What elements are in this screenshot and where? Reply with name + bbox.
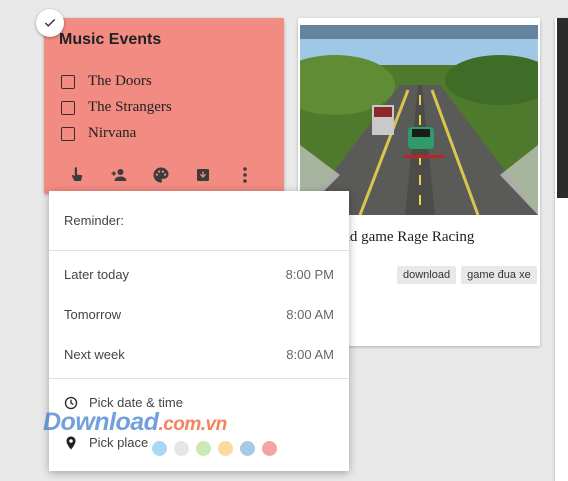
racing-game-image [300,25,538,215]
checkbox[interactable] [61,74,75,89]
partial-note-card[interactable] [555,18,568,481]
checklist-item[interactable]: Nirvana [61,125,136,142]
checkbox[interactable] [61,100,75,115]
label-chip[interactable]: download [397,266,457,284]
option-label: Tomorrow [64,307,122,322]
color-swatch[interactable] [196,441,211,456]
pick-place-option[interactable]: Pick place [64,435,148,450]
option-time: 8:00 AM [286,307,334,322]
divider [49,250,349,251]
label-chip[interactable]: game đua xe [461,266,537,284]
pick-date-label: Pick date & time [89,395,183,410]
option-time: 8:00 PM [285,267,334,282]
pick-date-time-option[interactable]: Pick date & time [64,395,183,410]
note-title: Music Events [59,31,162,48]
checklist-label: The Strangers [88,99,172,115]
checklist-item[interactable]: The Doors [61,73,152,90]
reminder-option-later-today[interactable]: Later today 8:00 PM [64,267,334,282]
color-swatches [152,441,277,456]
pick-place-label: Pick place [89,435,149,450]
select-note-checkmark[interactable] [36,9,64,37]
reminder-option-tomorrow[interactable]: Tomorrow 8:00 AM [64,307,334,322]
color-swatch[interactable] [218,441,233,456]
checklist-label: Nirvana [88,125,137,141]
location-pin-icon [64,436,78,450]
option-label: Later today [64,267,130,282]
color-swatch[interactable] [174,441,189,456]
color-swatch[interactable] [240,441,255,456]
reminder-option-next-week[interactable]: Next week 8:00 AM [64,347,334,362]
clock-icon [64,396,78,410]
color-swatch[interactable] [152,441,167,456]
archive-icon[interactable] [182,164,224,186]
color-swatch[interactable] [262,441,277,456]
partial-note-image [557,18,568,198]
option-label: Next week [64,347,125,362]
note-toolbar [56,164,266,186]
reminder-icon[interactable] [56,164,98,186]
checkbox[interactable] [61,126,75,141]
collaborator-icon[interactable] [98,164,140,186]
music-events-note[interactable]: Music Events The Doors The Strangers Nir… [44,18,284,194]
divider [49,378,349,379]
popup-header: Reminder: [64,213,124,228]
check-icon [44,19,56,27]
checklist-label: The Doors [88,73,152,89]
palette-icon[interactable] [140,164,182,186]
option-time: 8:00 AM [286,347,334,362]
reminder-popup: Reminder: Later today 8:00 PM Tomorrow 8… [49,191,349,471]
label-list: download game đua xe [397,266,537,284]
more-icon[interactable] [224,164,266,186]
checklist-item[interactable]: The Strangers [61,99,172,116]
